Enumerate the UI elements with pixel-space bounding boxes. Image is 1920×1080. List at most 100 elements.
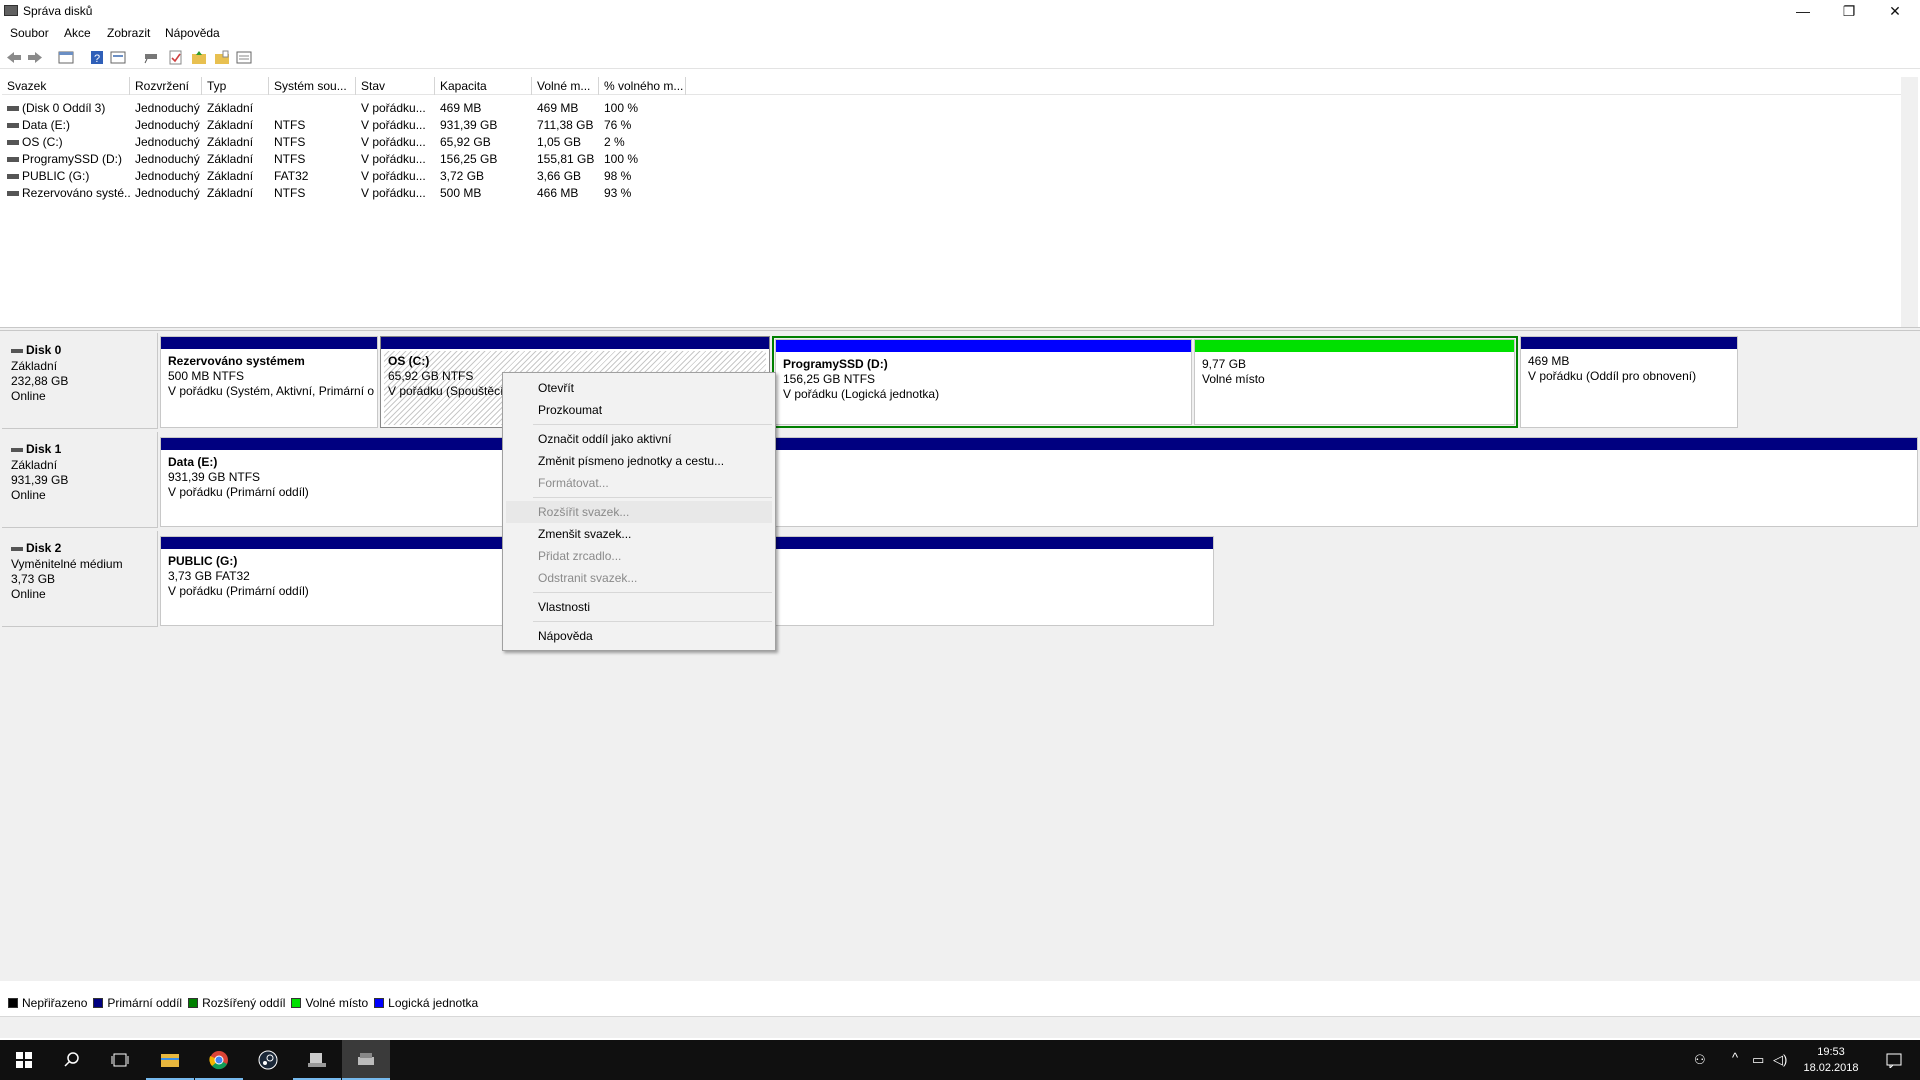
partition-size: 156,25 GB NTFS: [783, 372, 876, 386]
help-icon[interactable]: ?: [89, 50, 105, 65]
app-icon[interactable]: [293, 1040, 341, 1080]
partition-recovery[interactable]: 469 MB V pořádku (Oddíl pro obnovení): [1520, 336, 1738, 428]
folder-up-icon[interactable]: [191, 50, 207, 65]
partition-free-space[interactable]: 9,77 GB Volné místo: [1194, 339, 1515, 425]
chevron-up-icon[interactable]: ^: [1732, 1050, 1738, 1065]
volume-row[interactable]: Rezervováno systé... Jednoduchý Základní NT…: [2, 184, 1402, 201]
view-icon[interactable]: [236, 50, 252, 65]
ctx-shrink-volume[interactable]: Zmenšit svazek...: [506, 523, 772, 545]
menu-soubor[interactable]: Soubor: [10, 26, 49, 40]
volume-icon[interactable]: ◁): [1773, 1052, 1787, 1068]
volume-icon: [7, 174, 19, 180]
volume-icon: [7, 140, 19, 146]
menu-akce[interactable]: Akce: [64, 26, 91, 40]
ctx-properties[interactable]: Vlastnosti: [506, 596, 772, 618]
steam-icon[interactable]: [244, 1040, 292, 1080]
col-svazek[interactable]: Svazek: [2, 77, 130, 95]
col-system-souboru[interactable]: Systém sou...: [269, 77, 356, 95]
cell-svazek: (Disk 0 Oddíl 3): [2, 99, 130, 116]
window-title: Správa disků: [23, 4, 93, 18]
task-view-icon[interactable]: [96, 1040, 144, 1080]
legend-swatch: [93, 998, 104, 1008]
file-explorer-icon[interactable]: [146, 1040, 194, 1080]
disk-2-label[interactable]: Disk 2 Vyměnitelné médium 3,73 GB Online: [2, 531, 158, 627]
search-icon[interactable]: [48, 1040, 96, 1080]
menu-napoveda[interactable]: Nápověda: [165, 26, 220, 40]
volume-name: ProgramySSD (D:): [22, 152, 123, 166]
ctx-delete-volume: Odstranit svazek...: [538, 571, 638, 585]
volume-row[interactable]: ProgramySSD (D:) Jednoduchý Základní NTFS V …: [2, 150, 1402, 167]
svg-text:?: ?: [94, 53, 100, 65]
partition-rezervovano[interactable]: Rezervováno systémem 500 MB NTFS V pořád…: [160, 336, 378, 428]
disk-0-type: Základní: [11, 359, 58, 373]
volume-row[interactable]: OS (C:) Jednoduchý Základní NTFS V pořádku..…: [2, 133, 1402, 150]
disk-list-icon[interactable]: [58, 50, 74, 65]
check-icon[interactable]: [168, 50, 184, 65]
ctx-extend-volume: Rozšířit svazek...: [506, 501, 772, 523]
disk-management-icon[interactable]: [342, 1040, 390, 1080]
volume-list-header: Svazek Rozvržení Typ Systém sou... Stav …: [2, 77, 1901, 95]
disk-1-label[interactable]: Disk 1 Základní 931,39 GB Online: [2, 432, 158, 528]
cell-volne: 155,81 GB: [537, 152, 595, 166]
volume-row[interactable]: Data (E:) Jednoduchý Základní NTFS V pořádku…: [2, 116, 1402, 133]
legend-unallocated: Nepřiřazeno: [8, 996, 87, 1010]
col-typ[interactable]: Typ: [202, 77, 269, 95]
network-icon[interactable]: ▭: [1752, 1052, 1764, 1068]
cell-kapacita: 3,72 GB: [440, 169, 485, 183]
partition-size: 931,39 GB NTFS: [168, 470, 261, 484]
close-button[interactable]: ✕: [1872, 0, 1918, 22]
legend-label: Volné místo: [305, 996, 369, 1010]
back-icon[interactable]: [6, 50, 22, 65]
connect-icon[interactable]: [143, 50, 159, 65]
forward-icon[interactable]: [27, 50, 43, 65]
disk-0-status: Online: [11, 389, 46, 403]
col-volne-misto[interactable]: Volné m...: [532, 77, 599, 95]
partition-name: ProgramySSD (D:): [783, 357, 888, 371]
volume-row[interactable]: PUBLIC (G:) Jednoduchý Základní FAT32 V pořá…: [2, 167, 1402, 184]
disk-0-size: 232,88 GB: [11, 374, 69, 388]
disk-2-size: 3,73 GB: [11, 572, 56, 586]
partition-color-bar: [161, 438, 1917, 450]
ctx-open[interactable]: Otevřít: [506, 377, 772, 399]
legend-free-space: Volné místo: [291, 996, 368, 1010]
volume-row[interactable]: (Disk 0 Oddíl 3) Jednoduchý Základní V pořá…: [2, 99, 1402, 116]
disk-management-app-icon: [4, 5, 18, 16]
menu-zobrazit[interactable]: Zobrazit: [107, 26, 150, 40]
ctx-mark-active[interactable]: Označit oddíl jako aktivní: [506, 428, 772, 450]
folder-open-icon[interactable]: [214, 50, 230, 65]
minimize-button[interactable]: —: [1780, 0, 1826, 22]
partition-programyssd-d[interactable]: ProgramySSD (D:) 156,25 GB NTFS V pořádk…: [775, 339, 1192, 425]
partition-size: 469 MB: [1528, 354, 1570, 368]
cell-typ: Základní: [207, 152, 254, 166]
restore-button[interactable]: ❐: [1826, 0, 1872, 22]
disk-0-label[interactable]: Disk 0 Základní 232,88 GB Online: [2, 333, 158, 429]
ctx-help[interactable]: Nápověda: [506, 625, 772, 647]
partition-data-e[interactable]: Data (E:) 931,39 GB NTFS V pořádku (Prim…: [160, 437, 1918, 527]
partition-color-bar: [1195, 340, 1514, 352]
cell-procento: 98 %: [604, 169, 632, 183]
properties-icon[interactable]: [110, 50, 126, 65]
ctx-explore[interactable]: Prozkoumat: [506, 399, 772, 421]
cell-svazek: ProgramySSD (D:): [2, 150, 130, 167]
context-menu: Otevřít Prozkoumat Označit oddíl jako ak…: [502, 372, 776, 651]
col-kapacita[interactable]: Kapacita: [435, 77, 532, 95]
taskbar-clock[interactable]: 19:53 18.02.2018: [1796, 1044, 1866, 1076]
people-icon[interactable]: ⚇: [1694, 1052, 1706, 1068]
ctx-change-letter[interactable]: Změnit písmeno jednotky a cestu...: [506, 450, 772, 472]
ctx-separator: [533, 621, 772, 622]
menu-bar: Soubor Akce Zobrazit Nápověda: [0, 24, 1920, 44]
notification-center-icon[interactable]: [1870, 1040, 1918, 1080]
cell-typ: Základní: [207, 118, 254, 132]
clock-date: 18.02.2018: [1803, 1062, 1859, 1074]
volume-name: Data (E:): [22, 118, 71, 132]
cell-system: FAT32: [274, 169, 309, 183]
volume-list[interactable]: Svazek Rozvržení Typ Systém sou... Stav …: [2, 77, 1918, 327]
chrome-icon[interactable]: [195, 1040, 243, 1080]
col-rozvrzeni[interactable]: Rozvržení: [130, 77, 202, 95]
cell-stav: V pořádku...: [361, 101, 426, 115]
legend-swatch: [188, 998, 199, 1008]
partition-color-bar: [1521, 337, 1737, 349]
start-icon[interactable]: [0, 1040, 48, 1080]
col-stav[interactable]: Stav: [356, 77, 435, 95]
col-procento-volneho[interactable]: % volného m...: [599, 77, 686, 95]
